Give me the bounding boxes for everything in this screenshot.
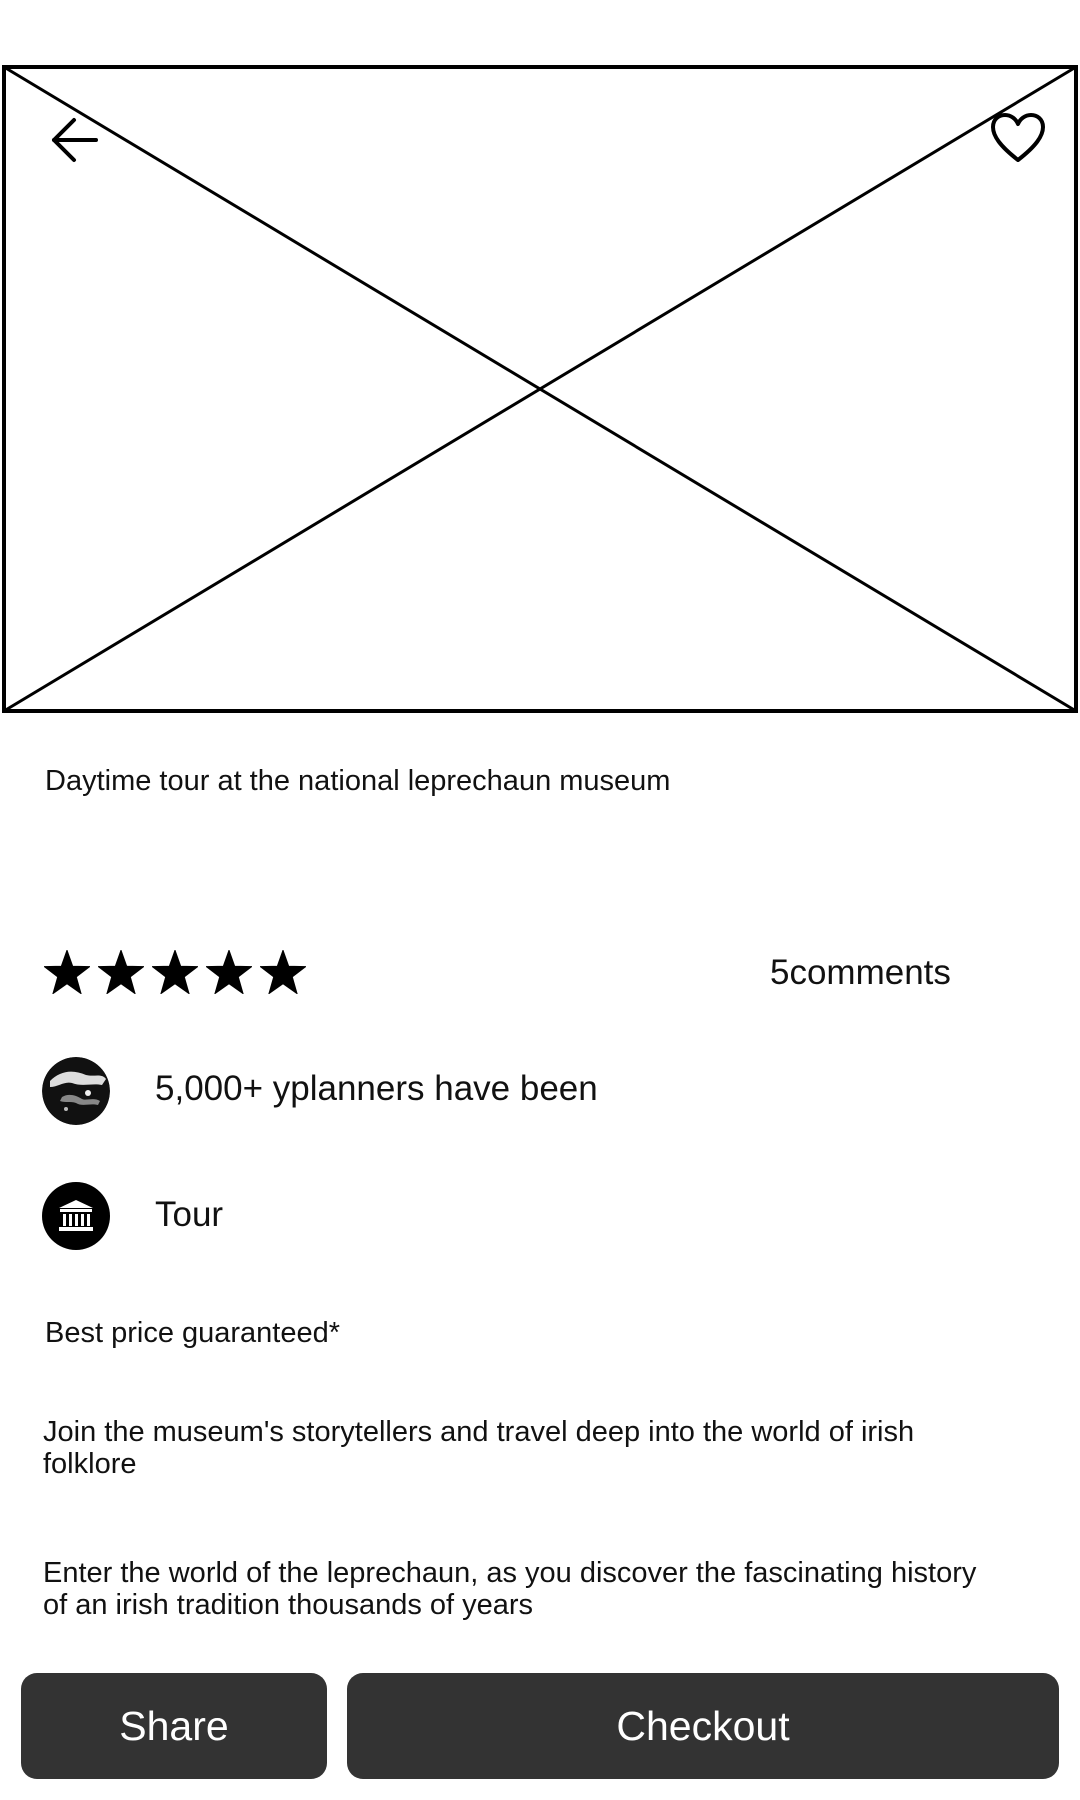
event-title: Daytime tour at the national leprechaun … [45, 765, 671, 797]
description-paragraph-1: Join the museum's storytellers and trave… [43, 1416, 915, 1480]
price-guarantee: Best price guaranteed* [45, 1317, 341, 1349]
hero-image-placeholder [2, 65, 1078, 713]
museum-icon [42, 1182, 110, 1250]
star-rating [44, 950, 306, 994]
visitors-photo-icon [42, 1057, 110, 1125]
share-button[interactable]: Share [21, 1673, 327, 1779]
visitors-count: 5,000+ yplanners have been [155, 1069, 598, 1108]
star-icon [206, 950, 252, 994]
description-paragraph-2: Enter the world of the leprechaun, as yo… [43, 1557, 977, 1621]
checkout-button[interactable]: Checkout [347, 1673, 1059, 1779]
heart-outline-icon [991, 113, 1045, 162]
favorite-button[interactable] [984, 104, 1052, 172]
category-label: Tour [155, 1195, 224, 1234]
star-icon [152, 950, 198, 994]
back-button[interactable] [42, 108, 106, 172]
comments-link[interactable]: 5comments [770, 952, 951, 994]
arrow-left-icon [52, 118, 98, 162]
star-icon [44, 950, 90, 994]
star-icon [260, 950, 306, 994]
star-icon [98, 950, 144, 994]
